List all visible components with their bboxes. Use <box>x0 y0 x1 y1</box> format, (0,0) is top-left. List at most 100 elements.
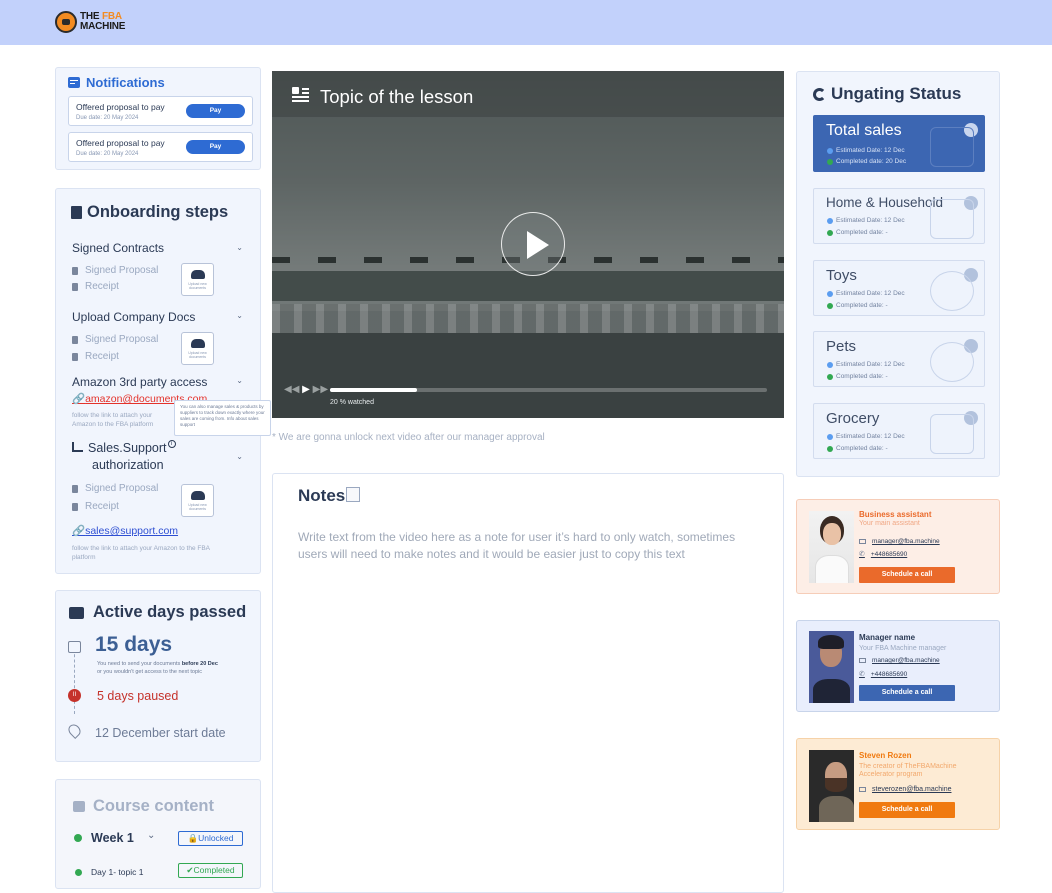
check-circle-icon <box>74 834 82 842</box>
sales-support-tooltip: You can also manage sales & products by … <box>174 400 271 436</box>
upload-documents-button[interactable]: Upload new documents <box>181 332 214 365</box>
unlocked-badge: 🔒Unlocked <box>178 831 243 846</box>
course-icon <box>73 801 85 812</box>
email-link[interactable]: manager@fba.machine <box>859 657 940 664</box>
play-icon[interactable]: ▶ <box>302 384 310 395</box>
forward-icon[interactable]: ▶▶ <box>313 384 328 395</box>
phone-link[interactable]: ✆ +448685690 <box>859 550 907 559</box>
video-progress-fill <box>330 388 418 392</box>
ungating-card-pets[interactable]: Pets Estimated Date: 12 Dec Completed da… <box>813 331 985 387</box>
notification-item: Offered proposal to pay Due date: 20 May… <box>68 132 253 162</box>
calendar-stack-icon <box>69 606 84 619</box>
days-note: You need to send your documents before 2… <box>97 661 218 675</box>
gear-logo-icon <box>55 11 77 33</box>
manager-card: Manager name Your FBA Machine manager ma… <box>796 620 1000 712</box>
file-icon <box>72 335 78 344</box>
schedule-call-button[interactable]: Schedule a call <box>859 685 955 701</box>
rewind-icon[interactable]: ◀◀ <box>284 384 299 395</box>
notes-title: Notes <box>298 486 361 506</box>
notepad-icon <box>346 487 361 502</box>
doc-item[interactable]: Signed Proposal <box>72 265 158 276</box>
paused-days: 5 days paused <box>97 689 179 703</box>
section-amazon-access[interactable]: Amazon 3rd party access <box>72 375 207 389</box>
section-sales-support[interactable]: Sales.Support i authorization <box>72 440 176 474</box>
logo-text: THE FBA MACHINE <box>80 11 126 32</box>
chevron-down-icon[interactable]: ⌄ <box>236 376 243 385</box>
email-link[interactable]: steverozen@fba.machine <box>859 786 951 793</box>
active-days-panel: Active days passed 15 days You need to s… <box>55 590 261 762</box>
teddy-bear-icon <box>930 271 974 311</box>
week-label[interactable]: Week 1 <box>91 831 134 845</box>
doc-item[interactable]: Receipt <box>72 501 119 512</box>
pet-icon <box>930 342 974 382</box>
avatar <box>809 511 854 583</box>
ungating-card-total-sales[interactable]: Total sales Estimated Date: 12 Dec Compl… <box>813 115 985 172</box>
video-unlock-note: * We are gonna unlock next video after o… <box>272 432 545 443</box>
grocery-bag-icon <box>930 414 974 454</box>
sales-support-link[interactable]: 🔗sales@support.com <box>72 524 178 537</box>
schedule-call-button[interactable]: Schedule a call <box>859 802 955 818</box>
doc-item[interactable]: Signed Proposal <box>72 483 158 494</box>
top-bar: THE FBA MACHINE <box>0 0 1052 45</box>
business-assistant-card: Business assistant Your main assistant m… <box>796 499 1000 594</box>
doc-item[interactable]: Receipt <box>72 351 119 362</box>
home-appliance-icon <box>930 199 974 239</box>
watched-label: 20 % watched <box>330 399 374 406</box>
course-content-title: Course content <box>73 797 214 816</box>
video-controls[interactable]: ◀◀ ▶ ▶▶ <box>284 384 328 395</box>
cloud-upload-icon <box>190 339 205 348</box>
timeline-line <box>74 644 75 714</box>
ungating-card-grocery[interactable]: Grocery Estimated Date: 12 Dec Completed… <box>813 403 985 459</box>
creator-card: Steven Rozen The creator of TheFBAMachin… <box>796 738 1000 830</box>
doc-item[interactable]: Receipt <box>72 281 119 292</box>
file-icon <box>72 484 78 493</box>
schedule-call-button[interactable]: Schedule a call <box>859 567 955 583</box>
sales-support-hint: follow the link to attach your Amazon to… <box>72 545 210 561</box>
course-content-panel: Course content Week 1 ⌄ 🔒Unlocked Day 1-… <box>55 779 261 889</box>
days-count: 15 days <box>95 633 173 656</box>
cloud-upload-icon <box>190 270 205 279</box>
day-topic-label[interactable]: Day 1- topic 1 <box>91 867 143 877</box>
ungating-card-toys[interactable]: Toys Estimated Date: 12 Dec Completed da… <box>813 260 985 316</box>
lesson-video-player[interactable]: Topic of the lesson ◀◀ ▶ ▶▶ 20 % watched <box>272 71 784 418</box>
ungating-card-home-household[interactable]: Home & Household Estimated Date: 12 Dec … <box>813 188 985 244</box>
phone-icon: ✆ <box>859 671 865 678</box>
pay-button[interactable]: Pay <box>186 140 245 154</box>
lesson-title: Topic of the lesson <box>320 86 474 107</box>
active-days-title: Active days passed <box>69 603 246 622</box>
ungating-status-panel: Ungating Status Total sales Estimated Da… <box>796 71 1000 477</box>
mail-icon <box>859 539 866 544</box>
file-icon <box>72 352 78 361</box>
chevron-down-icon[interactable]: ⌄ <box>236 243 243 252</box>
onboarding-title: Onboarding steps <box>71 203 228 222</box>
start-date: 12 December start date <box>95 726 226 740</box>
pay-button[interactable]: Pay <box>186 104 245 118</box>
location-pin-icon <box>66 722 83 739</box>
mail-icon <box>859 658 866 663</box>
chevron-down-icon[interactable]: ⌄ <box>236 311 243 320</box>
section-signed-contracts[interactable]: Signed Contracts <box>72 241 164 255</box>
message-icon <box>68 77 80 88</box>
video-progress-bar[interactable] <box>330 388 767 392</box>
pause-icon: II <box>68 689 81 702</box>
chevron-down-icon[interactable]: ⌄ <box>147 830 155 841</box>
file-icon <box>72 502 78 511</box>
chevron-down-icon[interactable]: ⌄ <box>236 452 243 461</box>
file-icon <box>72 282 78 291</box>
play-button[interactable] <box>501 212 565 276</box>
file-icon <box>72 266 78 275</box>
onboarding-panel: Onboarding steps Signed Contracts ⌄ Sign… <box>55 188 271 574</box>
phone-link[interactable]: ✆ +448685690 <box>859 670 907 679</box>
email-link[interactable]: manager@fba.machine <box>859 538 940 545</box>
avatar <box>809 631 854 703</box>
info-icon[interactable]: i <box>167 440 176 448</box>
calendar-icon <box>68 641 81 653</box>
upload-documents-button[interactable]: Upload new documents <box>181 484 214 517</box>
notes-text-area[interactable]: Write text from the video here as a note… <box>298 529 763 563</box>
section-upload-company-docs[interactable]: Upload Company Docs <box>72 310 195 324</box>
doc-item[interactable]: Signed Proposal <box>72 334 158 345</box>
upload-documents-button[interactable]: Upload new documents <box>181 263 214 296</box>
notifications-panel: Notifications Offered proposal to pay Du… <box>55 67 261 170</box>
fba-machine-logo[interactable]: THE FBA MACHINE <box>55 11 125 33</box>
lesson-icon <box>292 87 309 102</box>
